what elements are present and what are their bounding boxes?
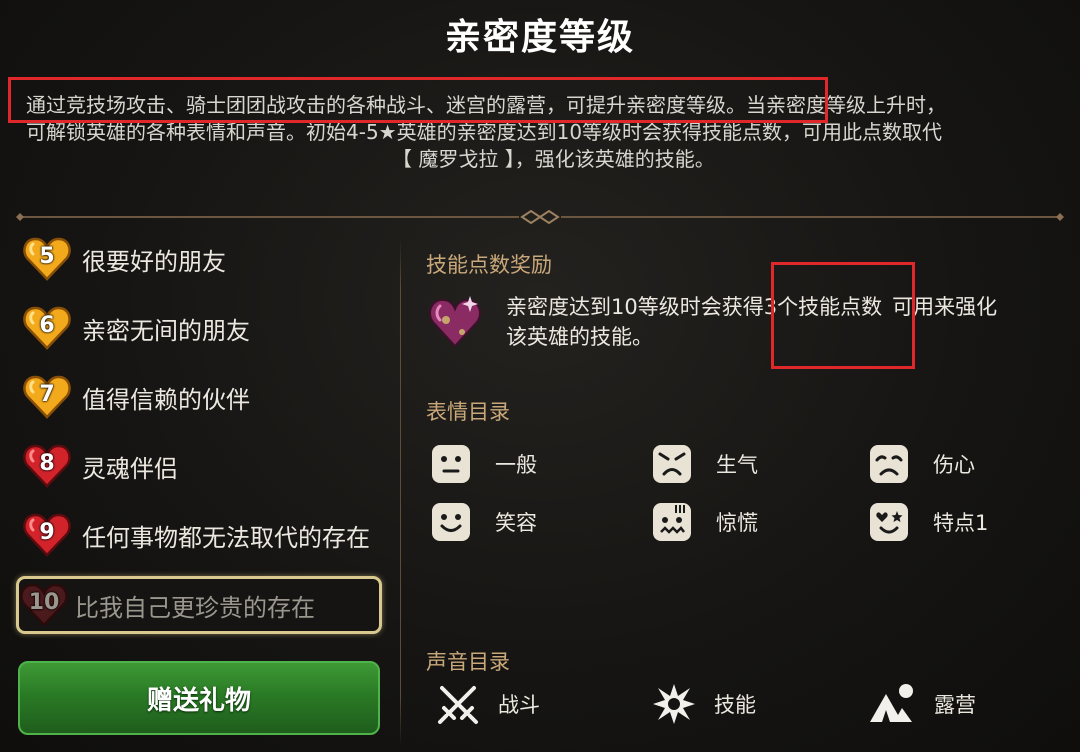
emote-smile[interactable]: 笑容	[431, 500, 537, 544]
tent-icon	[870, 684, 913, 722]
level-label: 很要好的朋友	[82, 247, 226, 276]
affinity-level-10-selected[interactable]: 10 比我自己更珍贵的存在	[16, 576, 382, 634]
heart-red-icon: 8	[22, 441, 72, 491]
heart-gold-icon: 6	[22, 303, 72, 353]
emote-normal[interactable]: 一般	[431, 442, 537, 486]
level-label: 任何事物都无法取代的存在	[82, 523, 370, 552]
ornate-divider	[16, 210, 1064, 224]
burst-icon	[653, 684, 695, 724]
skill-reward-heading: 技能点数奖励	[426, 253, 552, 277]
sound-heading: 声音目录	[426, 650, 510, 674]
sound-label: 技能	[714, 693, 756, 717]
send-gift-button[interactable]: 赠送礼物	[18, 661, 380, 735]
emote-label: 伤心	[933, 453, 975, 477]
emote-panic[interactable]: 惊慌	[652, 500, 758, 544]
affinity-panel: 亲密度等级 通过竞技场攻击、骑士团团战攻击的各种战斗、迷宫的露营，可提升亲密度等…	[0, 0, 1080, 752]
skill-heart-icon	[429, 296, 481, 348]
vertical-divider	[400, 238, 401, 746]
emote-label: 惊慌	[716, 511, 758, 535]
level-number: 9	[39, 520, 55, 545]
sound-skill[interactable]: 技能	[652, 680, 756, 728]
sound-label: 露营	[934, 693, 976, 717]
level-number: 7	[39, 382, 55, 407]
level-number: 6	[39, 313, 55, 338]
affinity-level-8[interactable]: 8 灵魂伴侣	[22, 438, 392, 494]
affinity-level-9[interactable]: 9 任何事物都无法取代的存在	[22, 507, 392, 563]
level-label: 值得信赖的伙伴	[82, 385, 250, 414]
sound-label: 战斗	[498, 693, 540, 717]
level-number: 8	[39, 451, 55, 476]
level-label: 亲密无间的朋友	[82, 316, 250, 345]
highlight-box-skill-points	[771, 262, 915, 369]
crossed-swords-icon	[438, 686, 478, 724]
level-number: 5	[39, 244, 55, 269]
sound-battle[interactable]: 战斗	[436, 680, 540, 728]
face-heart-star-icon	[870, 503, 908, 541]
face-panic-icon	[653, 503, 691, 541]
face-smile-icon	[432, 503, 470, 541]
heart-locked-icon: 10	[19, 580, 69, 630]
affinity-level-6[interactable]: 6 亲密无间的朋友	[22, 300, 392, 356]
emote-label: 笑容	[495, 511, 537, 535]
face-sad-icon	[870, 445, 908, 483]
description-line-3: 【 魔罗戈拉 】，强化该英雄的技能。	[392, 147, 715, 171]
emote-label: 一般	[495, 453, 537, 477]
heart-red-icon: 9	[22, 510, 72, 560]
affinity-level-5[interactable]: 5 很要好的朋友	[22, 231, 392, 287]
emote-label: 生气	[716, 453, 758, 477]
face-neutral-icon	[432, 445, 470, 483]
page-title: 亲密度等级	[444, 17, 635, 58]
level-label: 比我自己更珍贵的存在	[75, 593, 315, 622]
heart-gold-icon: 5	[22, 234, 72, 284]
face-angry-icon	[653, 445, 691, 483]
emote-heading: 表情目录	[426, 400, 510, 424]
emote-angry[interactable]: 生气	[652, 442, 758, 486]
level-label: 灵魂伴侣	[82, 454, 178, 483]
emote-special-1[interactable]: 特点1	[869, 500, 988, 544]
highlight-box-description	[8, 77, 828, 123]
heart-gold-icon: 7	[22, 372, 72, 422]
description-line-2: 可解锁英雄的各种表情和声音。初始4-5★英雄的亲密度达到10等级时会获得技能点数…	[26, 120, 943, 144]
emote-label: 特点1	[933, 511, 989, 535]
affinity-level-7[interactable]: 7 值得信赖的伙伴	[22, 369, 392, 425]
level-number: 10	[28, 590, 60, 615]
sound-camp[interactable]: 露营	[868, 680, 976, 728]
emote-sad[interactable]: 伤心	[869, 442, 975, 486]
